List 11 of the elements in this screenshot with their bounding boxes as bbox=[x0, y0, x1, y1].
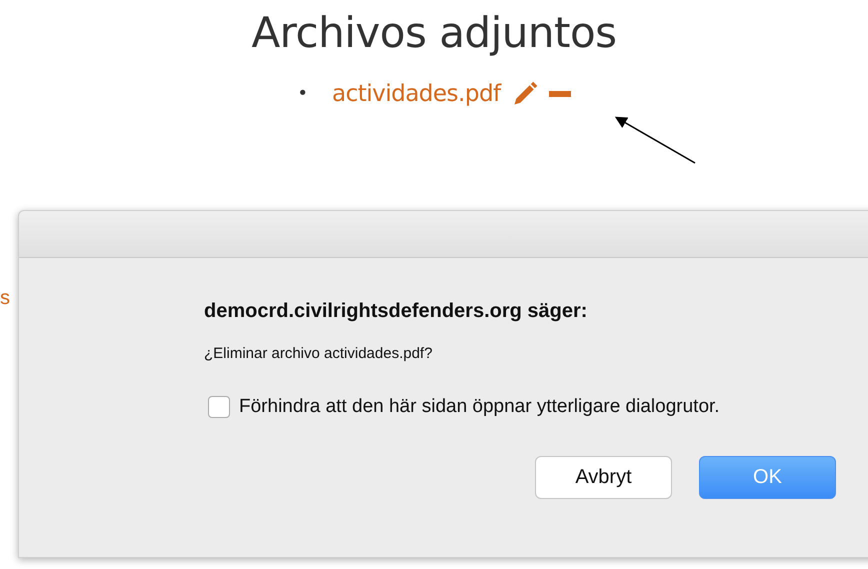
checkbox-label: Förhindra att den här sidan öppnar ytterligare dialogrutor. bbox=[239, 396, 720, 418]
cancel-button[interactable]: Avbryt bbox=[535, 456, 672, 499]
dialog-message: ¿Eliminar archivo actividades.pdf? bbox=[204, 345, 434, 362]
list-bullet: • bbox=[297, 83, 308, 104]
attachment-link[interactable]: actividades.pdf bbox=[332, 80, 501, 106]
minus-icon[interactable] bbox=[548, 90, 571, 96]
dialog-title: democrd.civilrightsdefenders.org säger: bbox=[204, 300, 588, 323]
checkbox[interactable] bbox=[208, 396, 230, 418]
section-heading: Archivos adjuntos bbox=[251, 8, 617, 57]
page-text-fragment: s bbox=[0, 288, 11, 308]
ok-button[interactable]: OK bbox=[699, 456, 836, 499]
